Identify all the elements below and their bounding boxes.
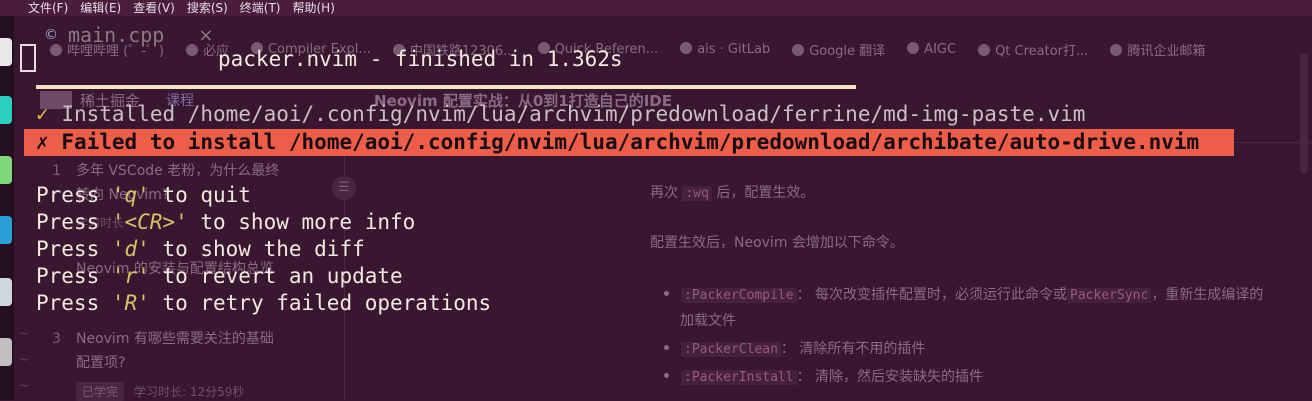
install-failed-line: ✗ Failed to install /home/aoi/.config/nv… (24, 129, 1234, 156)
keyhint-diff: Press 'd' to show the diff (36, 237, 365, 261)
cross-icon: ✗ (36, 130, 49, 154)
packer-separator (36, 85, 856, 89)
check-icon: ✓ (36, 102, 49, 126)
install-failed-text: Failed to install /home/aoi/.config/nvim… (61, 130, 1200, 154)
install-success-text: Installed /home/aoi/.config/nvim/lua/arc… (61, 102, 1086, 126)
keyhint-more-info: Press '<CR>' to show more info (36, 210, 416, 234)
keyhint-quit: Press 'q' to quit (36, 183, 251, 207)
install-success-line: ✓ Installed /home/aoi/.config/nvim/lua/a… (36, 102, 1085, 126)
key-label: 'R' (111, 291, 150, 315)
key-label: 'd' (111, 237, 150, 261)
packer-title: packer.nvim - finished in 1.362s (218, 47, 623, 71)
key-label: '<CR>' (111, 210, 188, 234)
terminal-cursor (20, 44, 36, 72)
keyhint-revert: Press 'r' to revert an update (36, 264, 403, 288)
keyhint-retry: Press 'R' to retry failed operations (36, 291, 492, 315)
key-label: 'q' (111, 183, 150, 207)
key-label: 'r' (111, 264, 150, 288)
packer-terminal: packer.nvim - finished in 1.362s ✓ Insta… (0, 0, 1312, 400)
